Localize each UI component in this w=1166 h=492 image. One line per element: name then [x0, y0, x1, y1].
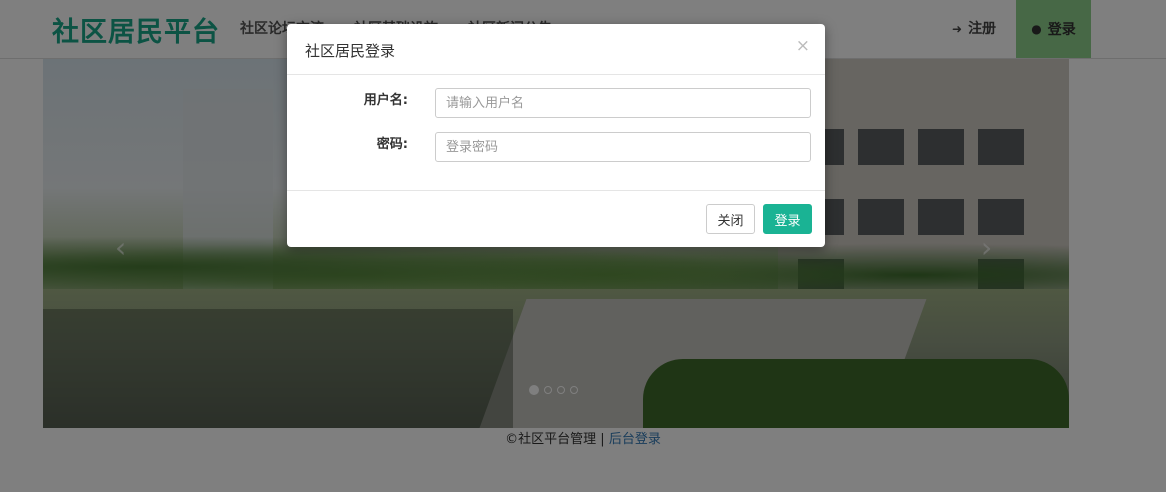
- close-button[interactable]: 关闭: [706, 204, 755, 234]
- modal-header: 社区居民登录 ×: [287, 24, 825, 75]
- password-label: 密码:: [376, 137, 408, 152]
- modal-footer: 关闭 登录: [287, 190, 825, 248]
- login-submit-button[interactable]: 登录: [763, 204, 812, 234]
- username-input[interactable]: [435, 88, 811, 118]
- modal-title: 社区居民登录: [305, 42, 396, 60]
- login-modal: 社区居民登录 × 用户名: 密码: 关闭 登录: [287, 24, 825, 247]
- password-row: 密码:: [287, 132, 825, 164]
- username-label: 用户名:: [363, 93, 408, 108]
- close-icon[interactable]: ×: [796, 36, 810, 56]
- password-input[interactable]: [435, 132, 811, 162]
- username-row: 用户名:: [287, 88, 825, 120]
